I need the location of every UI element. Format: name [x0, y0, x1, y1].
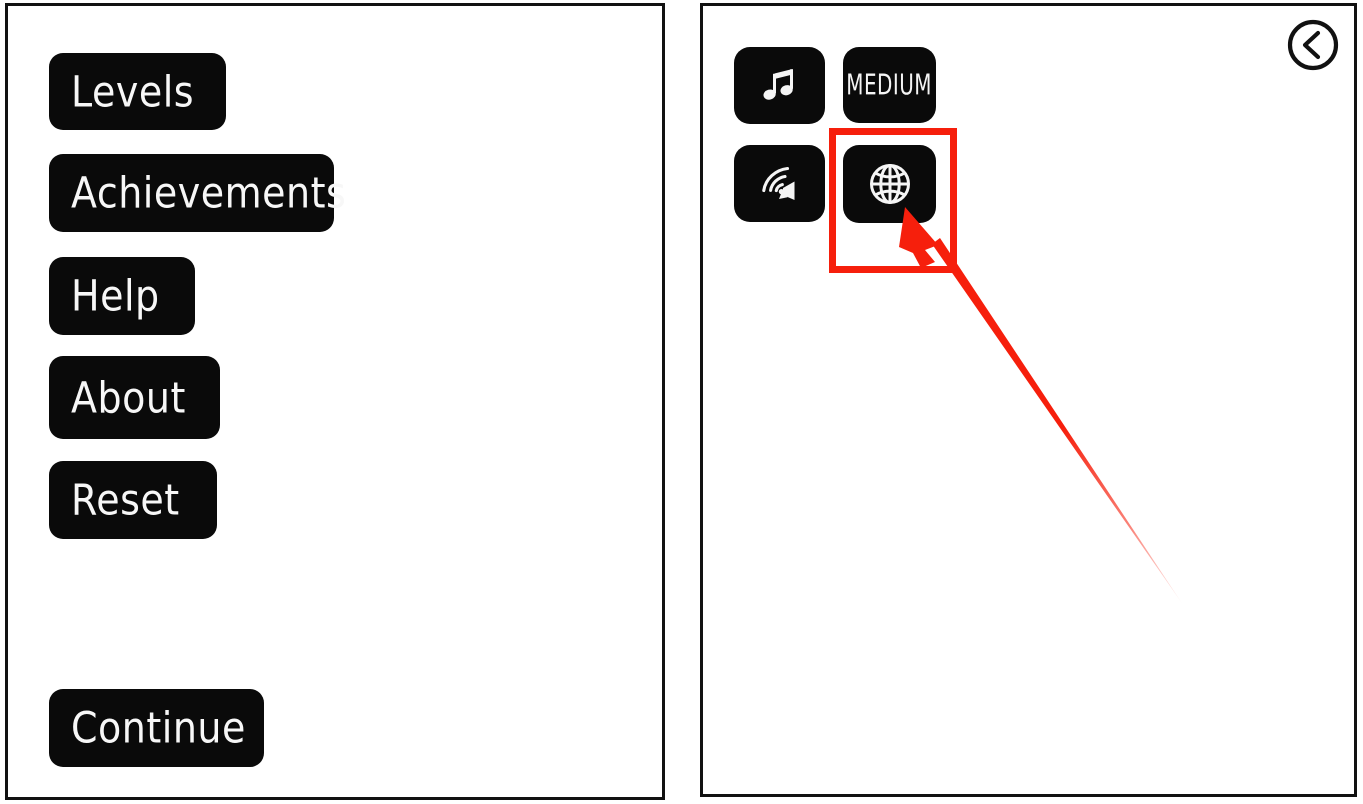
about-button-label: About	[71, 372, 186, 423]
levels-button[interactable]: Levels	[49, 53, 226, 130]
globe-icon	[866, 160, 914, 208]
reset-button-label: Reset	[71, 475, 180, 525]
language-tile[interactable]	[843, 145, 936, 223]
music-note-icon	[758, 64, 802, 108]
achievements-button[interactable]: Achievements	[49, 154, 346, 232]
help-button[interactable]: Help	[49, 257, 195, 335]
continue-button[interactable]: Continue	[49, 689, 264, 767]
speaker-waves-icon	[757, 162, 803, 206]
difficulty-value-label: MEDIUM	[846, 68, 933, 102]
help-button-label: Help	[71, 271, 160, 321]
screenshot-root: Levels Achievements Help About Reset Con…	[0, 0, 1363, 804]
levels-button-label: Levels	[71, 66, 195, 117]
reset-button[interactable]: Reset	[49, 461, 217, 539]
main-menu-screen: Levels Achievements Help About Reset Con…	[5, 3, 665, 800]
continue-button-label: Continue	[71, 703, 246, 753]
back-button[interactable]	[1285, 17, 1341, 73]
about-button[interactable]: About	[49, 356, 220, 439]
sound-toggle-tile[interactable]	[734, 145, 825, 222]
difficulty-tile[interactable]: MEDIUM	[843, 47, 936, 123]
achievements-button-label: Achievements	[71, 168, 347, 218]
music-toggle-tile[interactable]	[734, 47, 825, 124]
chevron-left-circle-icon	[1285, 19, 1341, 77]
